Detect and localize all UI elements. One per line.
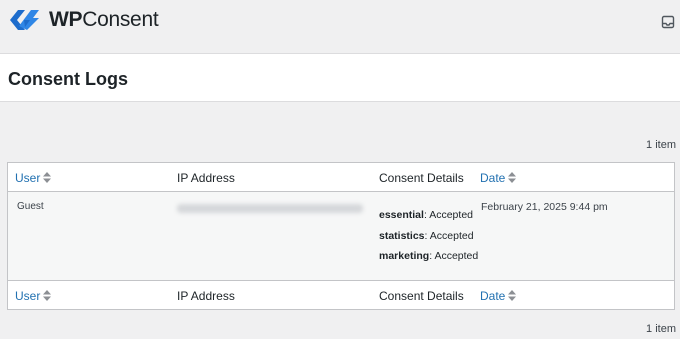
consent-item: statistics: Accepted: [379, 229, 474, 242]
consent-status: Accepted: [434, 250, 479, 262]
consent-logs-table: User IP Address Consent Details Date Gue…: [7, 162, 675, 310]
brand-name-prefix: WP: [49, 8, 83, 31]
page-header: Consent Logs: [0, 54, 680, 102]
date-cell: February 21, 2025 9:44 pm: [481, 201, 608, 213]
column-footer-user[interactable]: User: [15, 289, 52, 303]
page-title: Consent Logs: [8, 69, 128, 89]
item-count-bottom: 1 item: [646, 323, 676, 335]
brand-name: WPConsent: [49, 8, 159, 32]
column-header-date-label: Date: [480, 171, 506, 185]
column-header-date[interactable]: Date: [480, 171, 517, 185]
inbox-icon[interactable]: [661, 15, 675, 29]
consent-status: Accepted: [429, 209, 473, 221]
brand-name-suffix: Consent: [82, 8, 159, 31]
sort-arrows-icon: [43, 172, 52, 183]
sort-arrows-icon: [508, 290, 517, 301]
consent-item: marketing: Accepted: [379, 250, 479, 262]
column-footer-date[interactable]: Date: [480, 289, 517, 303]
column-footer-date-label: Date: [480, 289, 506, 303]
column-header-user[interactable]: User: [15, 171, 52, 185]
sort-arrows-icon: [43, 290, 52, 301]
table-header-row: User IP Address Consent Details Date: [8, 163, 674, 192]
wpconsent-logo-icon: [10, 10, 39, 30]
column-footer-user-label: User: [15, 289, 41, 303]
column-header-user-label: User: [15, 171, 41, 185]
table-footer-row: User IP Address Consent Details Date: [8, 280, 674, 309]
sort-arrows-icon: [508, 172, 517, 183]
consent-category: statistics: [379, 229, 425, 242]
consent-status: Accepted: [429, 229, 474, 242]
top-bar: WPConsent: [0, 0, 680, 54]
column-header-ip: IP Address: [177, 171, 235, 185]
consent-category: marketing: [379, 250, 430, 262]
brand[interactable]: WPConsent: [8, 6, 159, 34]
column-footer-ip: IP Address: [177, 289, 235, 303]
column-header-consent: Consent Details: [379, 171, 464, 185]
item-count-top: 1 item: [646, 139, 676, 151]
consent-category: essential: [379, 209, 424, 221]
consent-item: essential: Accepted: [379, 209, 473, 221]
consent-details-cell: essential: Accepted statistics: Accepted…: [379, 209, 478, 271]
ip-address-blurred: [177, 204, 363, 213]
table-row: Guest essential: Accepted statistics: Ac…: [8, 192, 674, 280]
user-cell: Guest: [17, 201, 44, 212]
column-footer-consent: Consent Details: [379, 289, 464, 303]
